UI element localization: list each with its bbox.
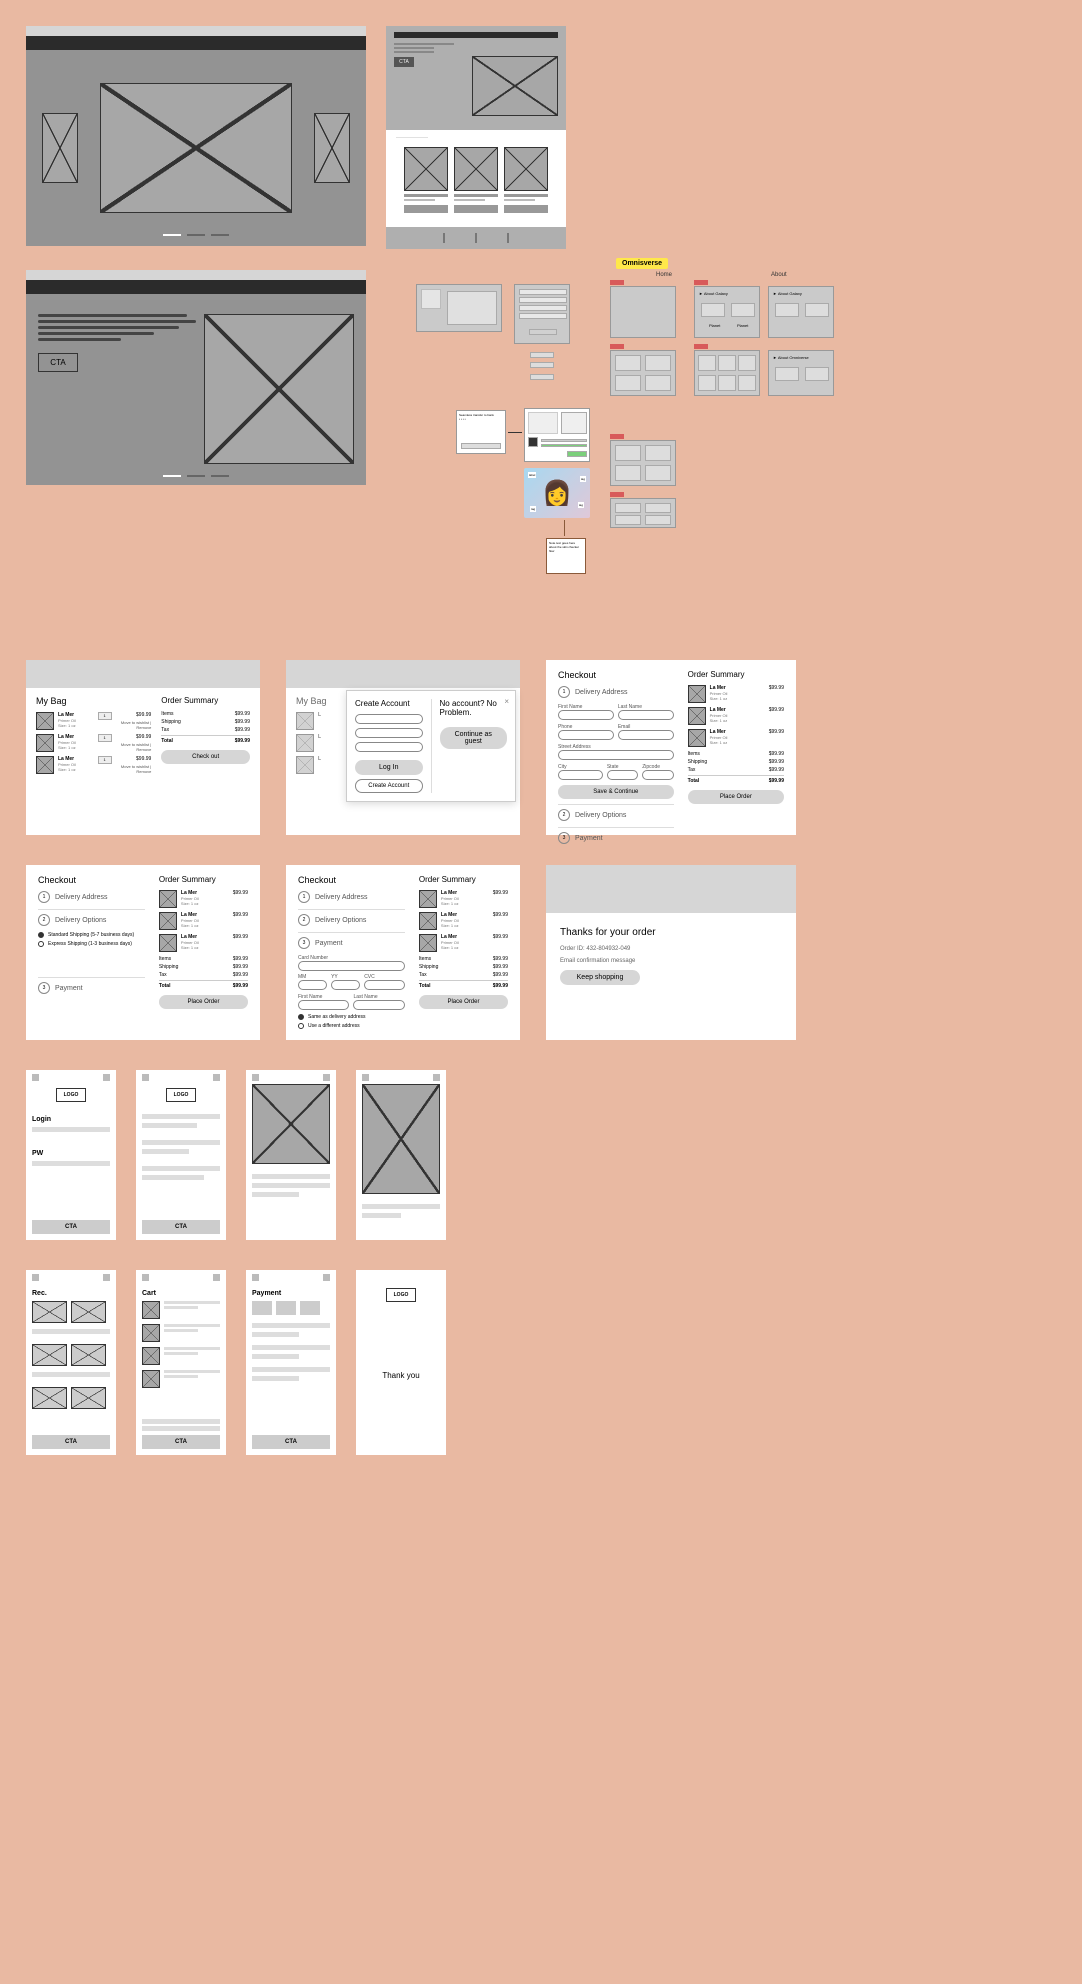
order-id: Order ID: 432-804932-049 [560, 946, 782, 952]
product-card[interactable] [454, 147, 498, 213]
keep-shopping-button[interactable]: Keep shopping [560, 970, 640, 985]
account-modal: × Create Account Log In Create Account N… [346, 690, 516, 802]
thankyou-message: Thank you [362, 1302, 440, 1449]
card-number-field[interactable] [298, 961, 405, 971]
cta-button[interactable]: CTA [32, 1220, 110, 1234]
address-field[interactable] [558, 750, 674, 760]
password-field[interactable] [32, 1161, 110, 1166]
login-button[interactable]: Log In [355, 760, 423, 775]
face-scan-image: 👩 label tag tag tag [524, 468, 590, 518]
password-field[interactable] [355, 728, 423, 738]
wireframe-checkout-shipping: Checkout 1Delivery Address 2Delivery Opt… [26, 865, 260, 1040]
login-field[interactable] [32, 1127, 110, 1132]
hero-cta-button[interactable]: CTA [394, 57, 414, 67]
wireframe-carousel-hero [26, 26, 366, 246]
wireframe-my-bag: My Bag La MerPrimer OilSize: 1 oz1$99.99… [26, 660, 260, 835]
mobile-content-a [246, 1070, 336, 1240]
carousel-next-thumb[interactable] [314, 113, 350, 183]
wireframe-landing-cards: CTA ———————— [386, 26, 566, 246]
mobile-login: LOGO Login PW CTA [26, 1070, 116, 1240]
carousel-main-image [100, 83, 292, 213]
wishlist-remove-links[interactable]: Move to wishlist | Remove [116, 720, 152, 730]
mobile-onboard: LOGO CTA [136, 1070, 226, 1240]
checkout-button[interactable]: Check out [161, 750, 250, 764]
wireframe-checkout-payment: Checkout 1Delivery Address 2Delivery Opt… [286, 865, 520, 1040]
last-name-field[interactable] [618, 710, 674, 720]
place-order-button[interactable]: Place Order [688, 790, 784, 804]
hero-image [472, 56, 558, 116]
carousel-prev-thumb[interactable] [42, 113, 78, 183]
guest-button[interactable]: Continue as guest [440, 727, 508, 749]
save-continue-button[interactable]: Save & Continue [558, 785, 674, 799]
first-name-field[interactable] [558, 710, 614, 720]
hero-image [204, 314, 354, 464]
qty-selector[interactable]: 1 [98, 712, 112, 720]
shipping-express-radio[interactable]: Express Shipping (1-3 business days) [38, 941, 145, 947]
canvas-label: Omnisverse [616, 258, 668, 269]
wireframe-cta-hero: CTA [26, 270, 366, 485]
wireframe-my-bag-modal: My Bag L L L $99.99 $99.99 $99.99 × Crea… [286, 660, 520, 835]
close-icon[interactable]: × [504, 697, 509, 706]
shipping-standard-radio[interactable]: Standard Shipping (5-7 business days) [38, 932, 145, 938]
mobile-payment: Payment CTA [246, 1270, 336, 1455]
bag-title: My Bag [36, 696, 151, 706]
create-account-button[interactable]: Create Account [355, 779, 423, 793]
wireframe-checkout-address: Checkout 1Delivery Address First NameLas… [546, 660, 796, 835]
wireframe-thanks: Thanks for your order Order ID: 432-8049… [546, 865, 796, 1040]
mobile-recommendations: Rec. CTA [26, 1270, 116, 1455]
sitemap-flowchart: Omnisverse Home About [416, 270, 1036, 630]
product-card[interactable] [504, 147, 548, 213]
email-field[interactable] [355, 714, 423, 724]
thanks-title: Thanks for your order [560, 927, 782, 938]
product-card[interactable] [404, 147, 448, 213]
mobile-thankyou: LOGO Thank you [356, 1270, 446, 1455]
mobile-cart: Cart CTA [136, 1270, 226, 1455]
mobile-content-b [356, 1070, 446, 1240]
diff-address-radio[interactable]: Use a different address [298, 1023, 405, 1029]
carousel-dots[interactable] [163, 234, 229, 236]
annotation-note: Note text goes here about the skin check… [546, 538, 586, 574]
same-address-radio[interactable]: Same as delivery address [298, 1014, 405, 1020]
cta-button[interactable]: CTA [38, 353, 78, 372]
